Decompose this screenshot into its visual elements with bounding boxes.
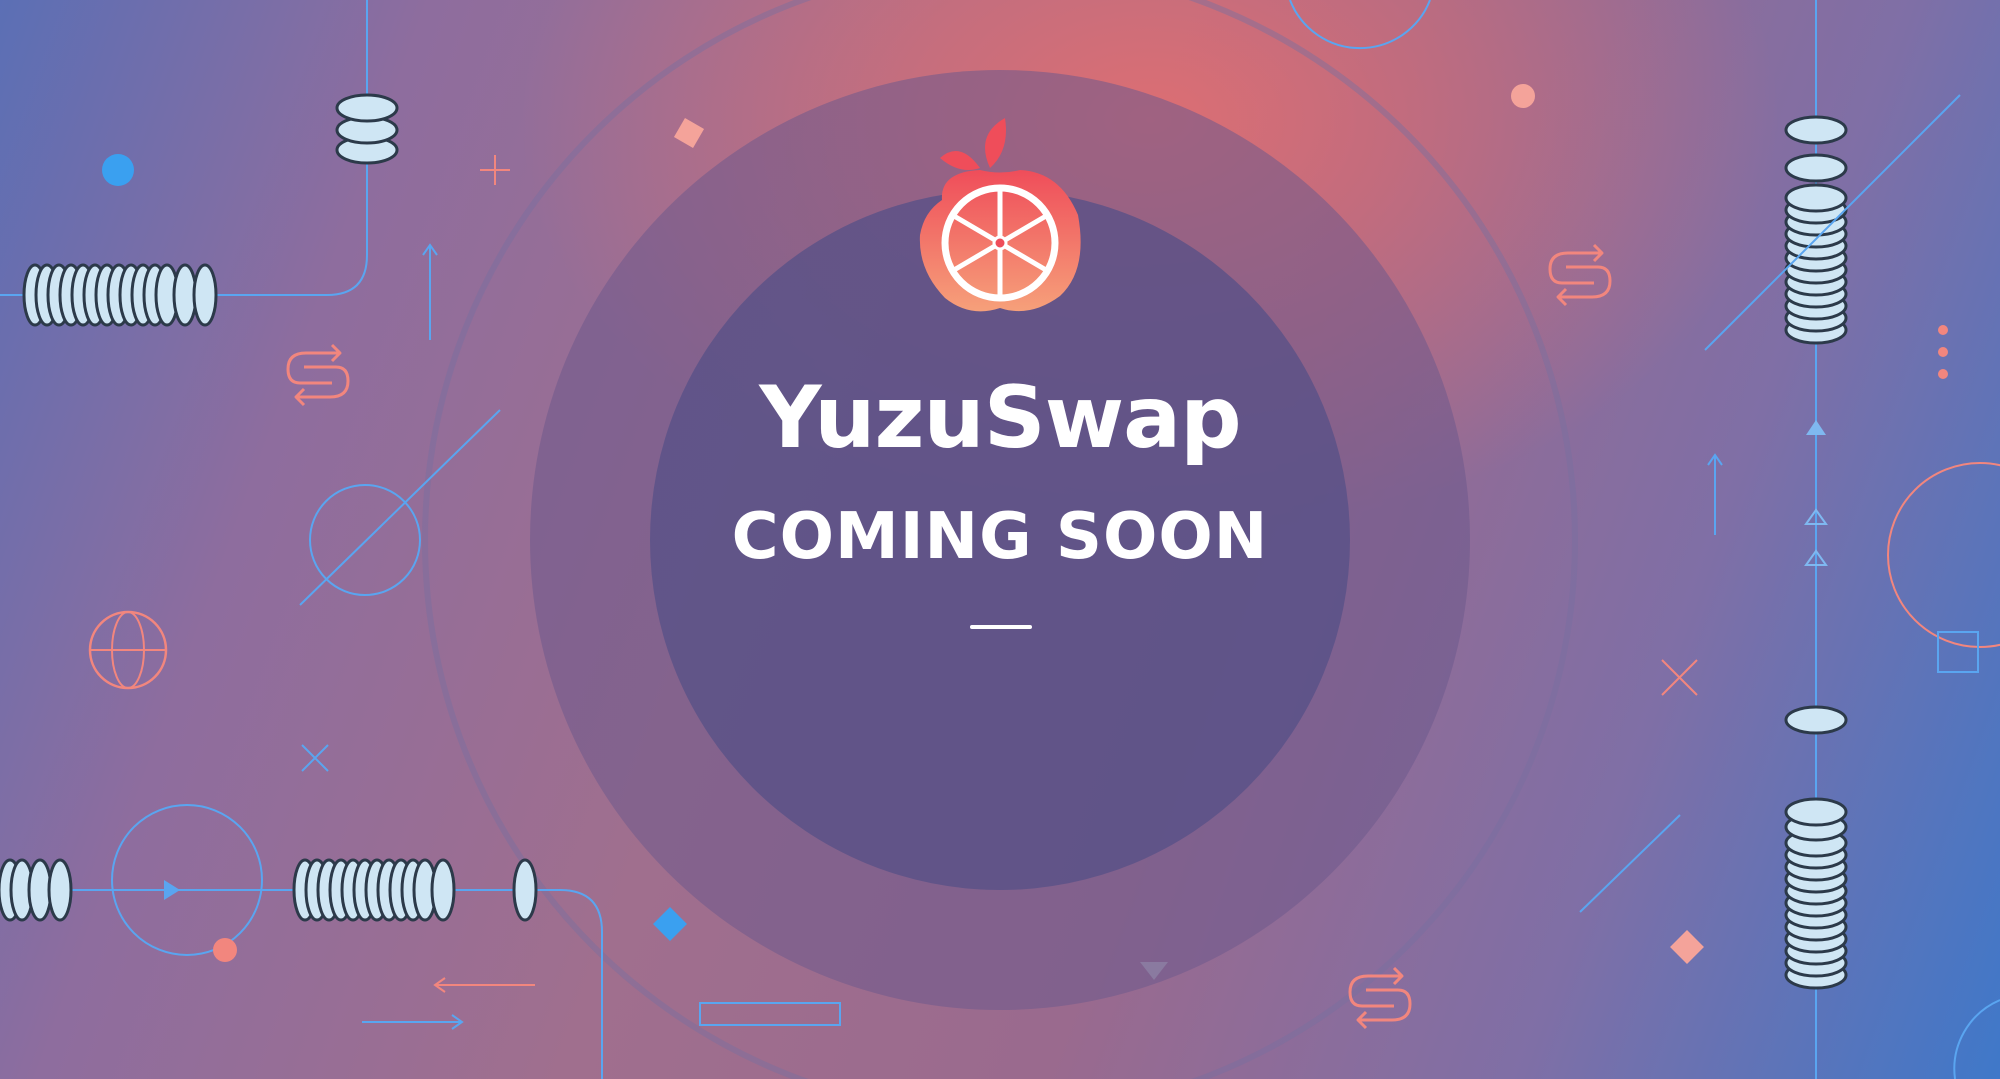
divider xyxy=(970,625,1032,629)
swap-arrows-icon xyxy=(1348,966,1412,1030)
coming-soon-heading: COMING SOON xyxy=(731,500,1269,574)
coin-stack-icon xyxy=(335,93,399,165)
coin-stack-icon xyxy=(1784,705,1848,735)
coin-stack-icon xyxy=(1784,797,1848,990)
coin-stack-icon xyxy=(0,858,73,922)
coin-stack-icon xyxy=(22,263,218,327)
globe-icon xyxy=(88,610,168,690)
brand-title: YuzuSwap xyxy=(759,368,1242,468)
coming-soon-banner: YuzuSwap COMING SOON xyxy=(0,0,2000,1079)
swap-arrows-icon xyxy=(1548,243,1612,307)
